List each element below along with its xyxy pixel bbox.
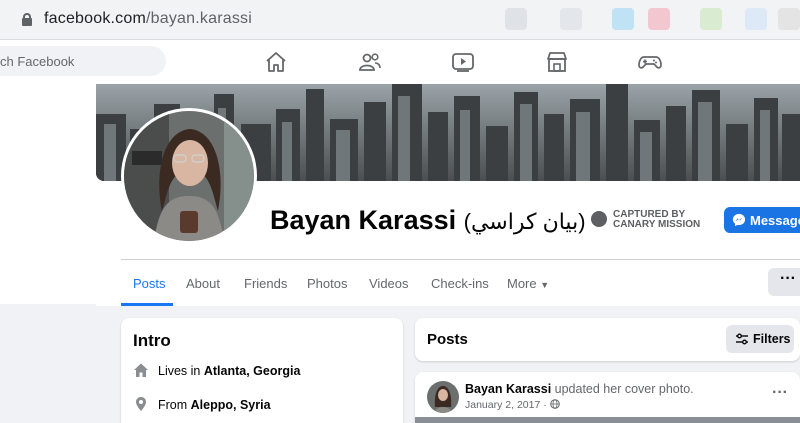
post-author-name[interactable]: Bayan Karassi [465,382,551,396]
home-icon[interactable] [264,50,288,74]
url-path: /bayan.karassi [146,10,252,27]
canary-logo-icon [591,211,607,227]
tab-more-label: More [507,276,537,291]
marketplace-icon[interactable] [545,50,569,74]
profile-picture[interactable] [121,108,257,244]
lock-icon [22,13,32,26]
lives-value[interactable]: Atlanta, Georgia [204,364,301,378]
extension-icon[interactable] [648,8,670,30]
profile-name-arabic: (بيان كراسي) [463,209,586,234]
messenger-icon [732,213,746,227]
watermark-line-2: CANARY MISSION [613,219,701,230]
url-text[interactable]: facebook.com/bayan.karassi [44,10,252,28]
extension-icon[interactable] [700,8,722,30]
post-image[interactable] [415,417,800,423]
post-headline: Bayan Karassi updated her cover photo. [465,382,694,396]
watch-icon[interactable] [451,50,475,74]
more-options-button[interactable]: ··· [768,268,800,296]
extension-icon[interactable] [745,8,767,30]
left-panel [0,84,96,304]
post-meta: January 2, 2017 · [465,399,560,411]
more-dots-icon: ··· [780,270,796,287]
sliders-icon [736,333,748,345]
tab-check-ins[interactable]: Check-ins [431,276,489,291]
gaming-icon[interactable] [638,50,662,74]
lives-prefix: Lives in [158,364,204,378]
caret-down-icon: ▼ [540,280,550,290]
author-photo-image [427,381,459,413]
post-options-button[interactable]: ··· [772,384,788,402]
post-card [415,372,800,423]
profile-photo-image [124,111,254,241]
tab-about[interactable]: About [186,276,220,291]
post-author-avatar[interactable] [427,381,459,413]
intro-card: Intro Lives in Atlanta, Georgia From Ale… [121,318,403,423]
location-pin-icon [136,397,146,411]
tab-more[interactable]: More ▼ [507,276,549,291]
url-domain: facebook.com [44,10,147,27]
from-prefix: From [158,398,191,412]
filters-button[interactable]: Filters [726,325,794,353]
tab-posts[interactable]: Posts [133,276,166,291]
filters-label: Filters [753,332,791,346]
more-dots-icon: ··· [772,384,788,401]
tab-videos[interactable]: Videos [369,276,409,291]
home-icon [134,363,148,377]
active-tab-indicator [121,303,173,306]
tab-friends[interactable]: Friends [244,276,287,291]
message-button-label: Message [750,213,800,228]
browser-address-bar[interactable]: facebook.com/bayan.karassi [0,0,800,40]
globe-icon [549,399,560,409]
extension-icon[interactable] [612,8,634,30]
tabs-divider [121,259,800,260]
search-placeholder: ch Facebook [0,54,75,69]
intro-title: Intro [133,331,171,350]
extension-icon[interactable] [560,8,582,30]
posts-title: Posts [427,331,468,348]
extension-icon[interactable] [505,8,527,30]
profile-name: Bayan Karassi (بيان كراسي) [270,205,586,236]
post-date[interactable]: January 2, 2017 · [465,399,550,411]
from-value[interactable]: Aleppo, Syria [191,398,271,412]
search-input[interactable]: ch Facebook [0,46,166,76]
facebook-top-nav: ch Facebook [0,40,800,84]
post-action-text: updated her cover photo. [551,382,694,396]
extension-icon[interactable] [778,8,800,30]
tab-photos[interactable]: Photos [307,276,347,291]
friends-icon[interactable] [358,50,382,74]
message-button[interactable]: Message [724,207,800,233]
profile-name-latin: Bayan Karassi [270,205,457,235]
